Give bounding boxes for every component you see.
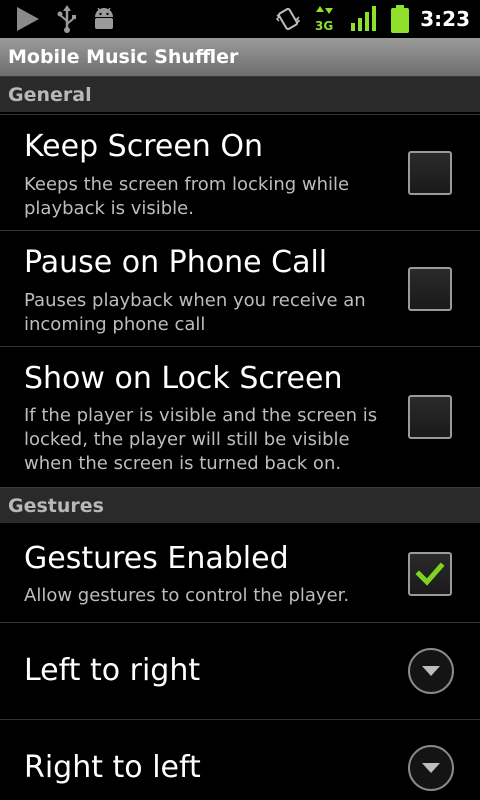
battery-icon <box>390 0 410 38</box>
section-header-general: General <box>0 76 480 112</box>
android-debug-icon <box>92 0 116 38</box>
right-to-left-dropdown[interactable] <box>408 745 454 791</box>
pref-right-to-left[interactable]: Right to left <box>0 719 480 800</box>
pref-summary: Allow gestures to control the player. <box>24 585 350 606</box>
pref-keep-screen-on[interactable]: Keep Screen On Keeps the screen from loc… <box>0 114 480 230</box>
chevron-down-icon <box>422 763 440 773</box>
pref-gestures-enabled[interactable]: Gestures Enabled Allow gestures to contr… <box>0 525 480 622</box>
pref-show-on-lock-screen[interactable]: Show on Lock Screen If the player is vis… <box>0 346 480 486</box>
pref-summary: Keeps the screen from locking while play… <box>24 174 350 219</box>
section-title: Gestures <box>8 494 104 517</box>
status-time: 3:23 <box>420 7 470 31</box>
pref-summary: Pauses playback when you receive an inco… <box>24 290 366 335</box>
pref-left-to-right[interactable]: Left to right <box>0 622 480 719</box>
checkmark-icon <box>415 562 445 586</box>
app-title: Mobile Music Shuffler <box>8 46 239 68</box>
pref-summary: If the player is visible and the screen … <box>24 405 378 474</box>
usb-icon <box>56 0 78 38</box>
pref-pause-on-phone-call[interactable]: Pause on Phone Call Pauses playback when… <box>0 230 480 346</box>
network-3g-icon: 3G <box>314 0 336 38</box>
pref-title: Show on Lock Screen <box>24 361 343 396</box>
pref-title: Keep Screen On <box>24 129 263 164</box>
chevron-down-icon <box>422 666 440 676</box>
pref-title: Gestures Enabled <box>24 541 289 576</box>
app-title-bar: Mobile Music Shuffler <box>0 38 480 76</box>
keep-screen-on-checkbox[interactable] <box>408 151 452 195</box>
vibrate-icon <box>274 0 302 38</box>
section-title: General <box>8 83 92 106</box>
section-header-gestures: Gestures <box>0 487 480 523</box>
play-icon <box>12 0 42 38</box>
show-on-lock-screen-checkbox[interactable] <box>408 395 452 439</box>
pref-title: Right to left <box>24 750 201 785</box>
left-to-right-dropdown[interactable] <box>408 648 454 694</box>
signal-icon <box>350 0 378 38</box>
pref-title: Left to right <box>24 653 201 688</box>
status-bar: 3G 3:23 <box>0 0 480 38</box>
pause-on-phone-call-checkbox[interactable] <box>408 267 452 311</box>
gestures-enabled-checkbox[interactable] <box>408 552 452 596</box>
network-label: 3G <box>315 19 333 33</box>
pref-title: Pause on Phone Call <box>24 245 328 280</box>
